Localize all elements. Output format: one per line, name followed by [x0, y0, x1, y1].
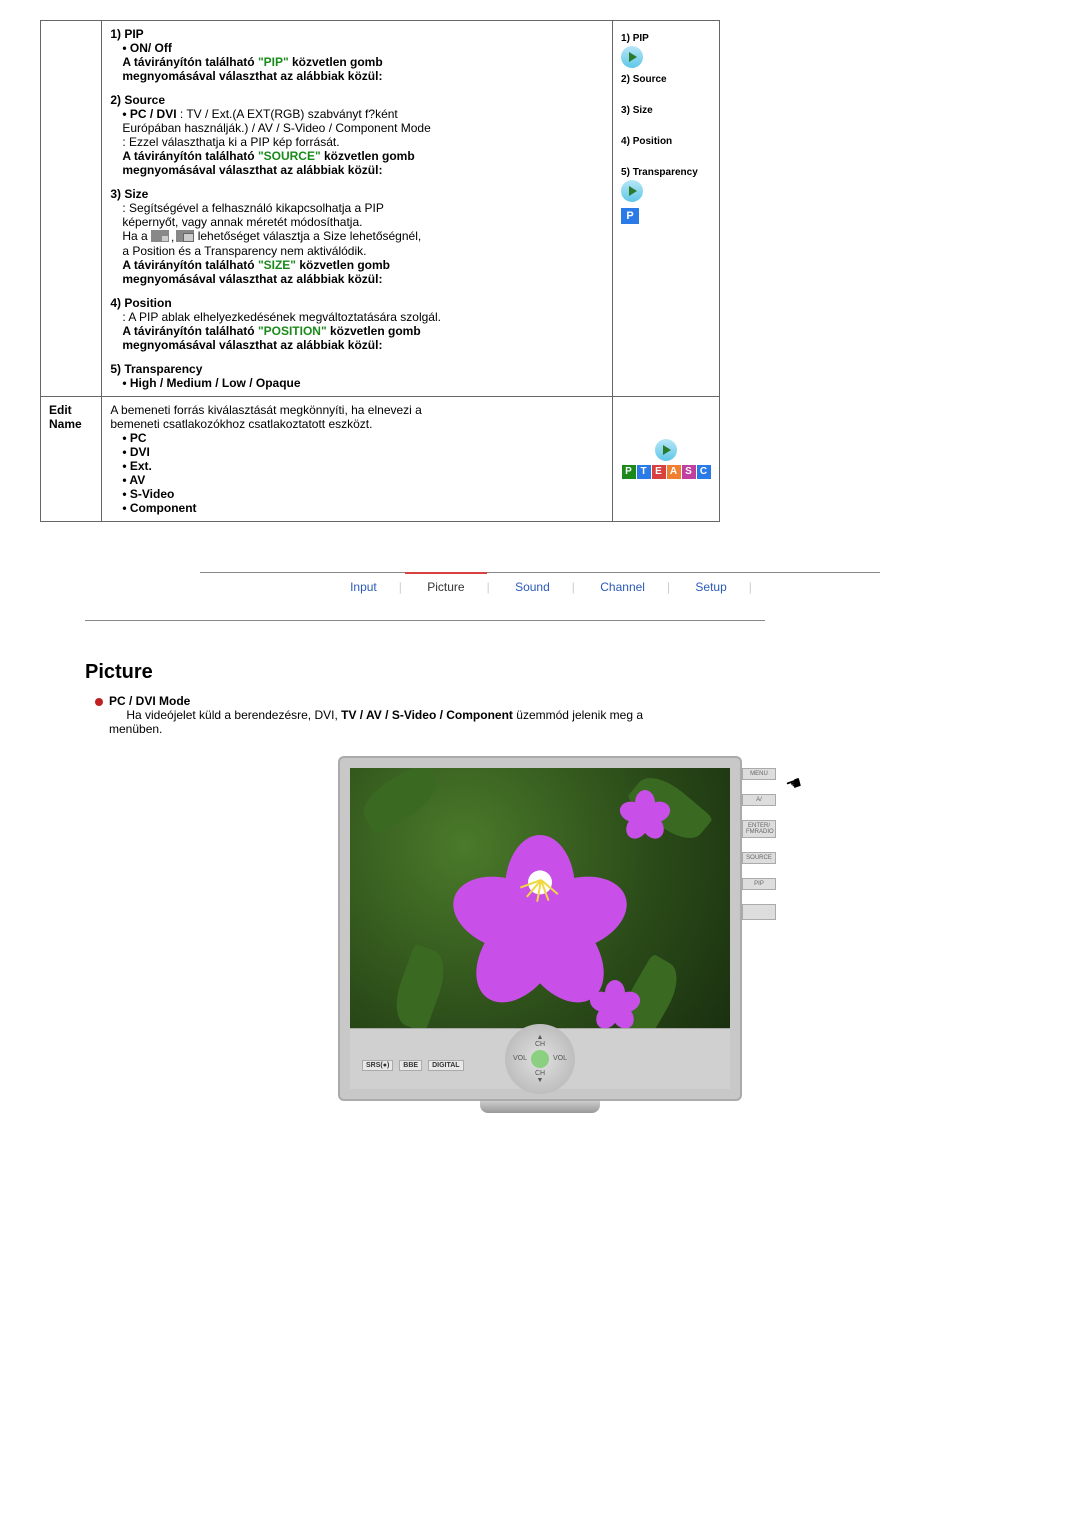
editname-opt-ext: • Ext.: [122, 459, 604, 473]
pip-table: 1) PIP • ON/ Off A távirányítón találhat…: [40, 20, 720, 522]
monitor-stand: [480, 1101, 600, 1113]
pip-1-onoff: • ON/ Off: [122, 41, 604, 55]
mode-title: PC / DVI Mode: [109, 694, 190, 708]
size-icon-small: [151, 230, 169, 242]
editname-visual: P T E A S C: [613, 396, 720, 521]
pip-4-title: 4) Position: [110, 296, 604, 310]
tab-sound[interactable]: Sound: [493, 574, 572, 600]
enter-button[interactable]: ENTER/ FMRADIO: [742, 820, 776, 838]
pip-button[interactable]: PIP: [742, 878, 776, 890]
editname-opt-svideo: • S-Video: [122, 487, 604, 501]
tab-picture[interactable]: Picture: [405, 572, 486, 600]
pip-1-remote: A távirányítón található "PIP" közvetlen…: [122, 55, 604, 83]
pip-2-title: 2) Source: [110, 93, 604, 107]
play-icon[interactable]: [621, 180, 643, 202]
flower-image: [450, 790, 630, 970]
pip-3-body: : Segítségével a felhasználó kikapcsolha…: [122, 201, 604, 286]
logo-strip: SRS(●) BBE DIGITAL: [362, 1060, 464, 1071]
play-icon[interactable]: [621, 46, 643, 68]
control-dial[interactable]: ▲ CH VOL VOL CH ▼: [505, 1024, 575, 1094]
side-buttons: MENU ☚ A/ ENTER/ FMRADIO SOURCE PIP: [742, 768, 772, 920]
editname-opt-pc: • PC: [122, 431, 604, 445]
pip-visual-cell: 1) PIP 2) Source 3) Size 4) Position 5) …: [613, 21, 720, 397]
divider: [85, 620, 765, 621]
pip-5-title: 5) Transparency: [110, 362, 604, 376]
editname-label: Edit Name: [41, 396, 102, 521]
editname-content: A bemeneti forrás kiválasztását megkönny…: [102, 396, 613, 521]
hand-cursor-icon: ☚: [783, 772, 805, 797]
pip-4-body: : A PIP ablak elhelyezkedésének megválto…: [122, 310, 604, 352]
editname-opt-component: • Component: [122, 501, 604, 515]
play-icon[interactable]: [655, 439, 677, 461]
bullet-icon: [95, 698, 103, 706]
menu-button[interactable]: MENU: [742, 768, 776, 780]
power-button[interactable]: [531, 1050, 549, 1068]
pip-3-title: 3) Size: [110, 187, 604, 201]
pip-content-cell: 1) PIP • ON/ Off A távirányítón találhat…: [102, 21, 613, 397]
pip-5-opts: • High / Medium / Low / Opaque: [122, 376, 604, 390]
letter-badges: P T E A S C: [621, 465, 711, 479]
tab-setup[interactable]: Setup: [673, 574, 748, 600]
editname-opt-dvi: • DVI: [122, 445, 604, 459]
monitor-illustration: SRS(●) BBE DIGITAL ▲ CH VOL VOL CH ▼ MEN…: [340, 756, 740, 1113]
mode-block: PC / DVI Mode Ha videójelet küld a beren…: [95, 694, 695, 736]
editname-opt-av: • AV: [122, 473, 604, 487]
tab-input[interactable]: Input: [328, 574, 399, 600]
monitor-controls: SRS(●) BBE DIGITAL ▲ CH VOL VOL CH ▼: [350, 1028, 730, 1089]
section-picture-title: Picture: [85, 661, 1040, 684]
pip-1-title: 1) PIP: [110, 27, 604, 41]
monitor-screen: [350, 768, 730, 1028]
size-mode-icons: ,: [151, 230, 194, 244]
pip-2-body: • PC / DVI : TV / Ext.(A EXT(RGB) szabvá…: [122, 107, 604, 177]
extra-button[interactable]: [742, 904, 776, 920]
p-badge-icon: P: [621, 208, 639, 224]
av-button[interactable]: A/: [742, 794, 776, 806]
size-icon-large: [176, 230, 194, 242]
tab-channel[interactable]: Channel: [578, 574, 667, 600]
source-button[interactable]: SOURCE: [742, 852, 776, 864]
section-tabs: Input| Picture| Sound| Channel| Setup|: [200, 572, 880, 600]
pip-label-cell: [41, 21, 102, 397]
